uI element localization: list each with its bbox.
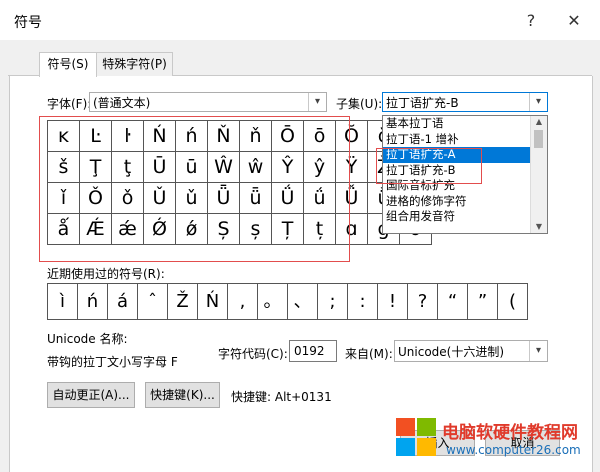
subset-combo[interactable]: 拉丁语扩充-B ▾: [382, 92, 548, 112]
watermark-url: www.computer26.com: [446, 443, 581, 457]
subset-label: 子集(U):: [336, 97, 383, 111]
recent-symbol-cell[interactable]: !: [378, 284, 408, 320]
dropdown-scrollbar[interactable]: ▲ ▼: [530, 116, 547, 233]
annotation-box-dropdown: [376, 148, 482, 184]
recent-symbol-cell[interactable]: ì: [48, 284, 78, 320]
unicode-name-label: Unicode 名称:: [47, 332, 128, 346]
recent-symbol-cell[interactable]: “: [438, 284, 468, 320]
char-code-input[interactable]: 0192: [289, 340, 337, 362]
recent-symbol-cell[interactable]: ”: [468, 284, 498, 320]
shortcut-key-text: 快捷键: Alt+0131: [231, 390, 332, 404]
recent-symbol-cell[interactable]: (: [498, 284, 528, 320]
title-bar: [0, 0, 600, 40]
from-label: 来自(M):: [345, 347, 393, 361]
recent-symbol-cell[interactable]: Ń: [198, 284, 228, 320]
subset-option[interactable]: 基本拉丁语: [383, 116, 547, 132]
from-value: Unicode(十六进制): [398, 345, 505, 359]
tab-special-characters[interactable]: 特殊字符(P): [96, 52, 173, 76]
recent-symbol-cell[interactable]: Ž: [168, 284, 198, 320]
close-button[interactable]: ✕: [563, 10, 585, 32]
recent-symbol-cell[interactable]: ;: [318, 284, 348, 320]
scroll-thumb[interactable]: [534, 130, 543, 148]
subset-option[interactable]: 拉丁语-1 增补: [383, 132, 547, 148]
recent-symbol-cell[interactable]: á: [108, 284, 138, 320]
subset-value: 拉丁语扩充-B: [386, 96, 459, 110]
dialog-title: 符号: [14, 15, 42, 31]
unicode-name-value: 带钩的拉丁文小写字母 F: [47, 355, 178, 369]
recent-symbol-cell[interactable]: ˆ: [138, 284, 168, 320]
subset-option[interactable]: 进格的修饰字符: [383, 194, 547, 210]
scroll-up-icon[interactable]: ▲: [531, 116, 547, 128]
scroll-down-icon[interactable]: ▼: [531, 221, 547, 233]
subset-option[interactable]: 组合用发音符: [383, 209, 547, 225]
recent-symbol-cell[interactable]: ,: [228, 284, 258, 320]
recent-label: 近期使用过的符号(R):: [47, 267, 165, 281]
chevron-down-icon[interactable]: ▾: [308, 93, 326, 111]
char-code-label: 字符代码(C):: [218, 347, 288, 361]
font-label: 字体(F):: [47, 97, 92, 111]
recent-symbol-cell[interactable]: :: [348, 284, 378, 320]
watermark-title: 电脑软硬件教程网: [442, 423, 578, 443]
annotation-box-grid: [39, 116, 350, 262]
recent-symbol-cell[interactable]: ?: [408, 284, 438, 320]
from-combo[interactable]: Unicode(十六进制) ▾: [394, 340, 548, 362]
recent-symbol-cell[interactable]: ń: [78, 284, 108, 320]
recent-symbol-cell[interactable]: 。: [258, 284, 288, 320]
autocorrect-button[interactable]: 自动更正(A)...: [47, 382, 135, 408]
recent-symbols: ì ń á ˆ Ž Ń,。、;:!? “”(: [47, 283, 528, 320]
tab-symbols[interactable]: 符号(S): [39, 52, 97, 77]
help-button[interactable]: ?: [520, 10, 542, 32]
recent-symbol-cell[interactable]: 、: [288, 284, 318, 320]
shortcut-key-button[interactable]: 快捷键(K)...: [145, 382, 220, 408]
windows-logo: [396, 418, 438, 458]
chevron-down-icon[interactable]: ▾: [529, 93, 547, 111]
font-value: (普通文本): [93, 96, 151, 110]
font-combo[interactable]: (普通文本) ▾: [89, 92, 327, 112]
chevron-down-icon[interactable]: ▾: [529, 341, 547, 361]
